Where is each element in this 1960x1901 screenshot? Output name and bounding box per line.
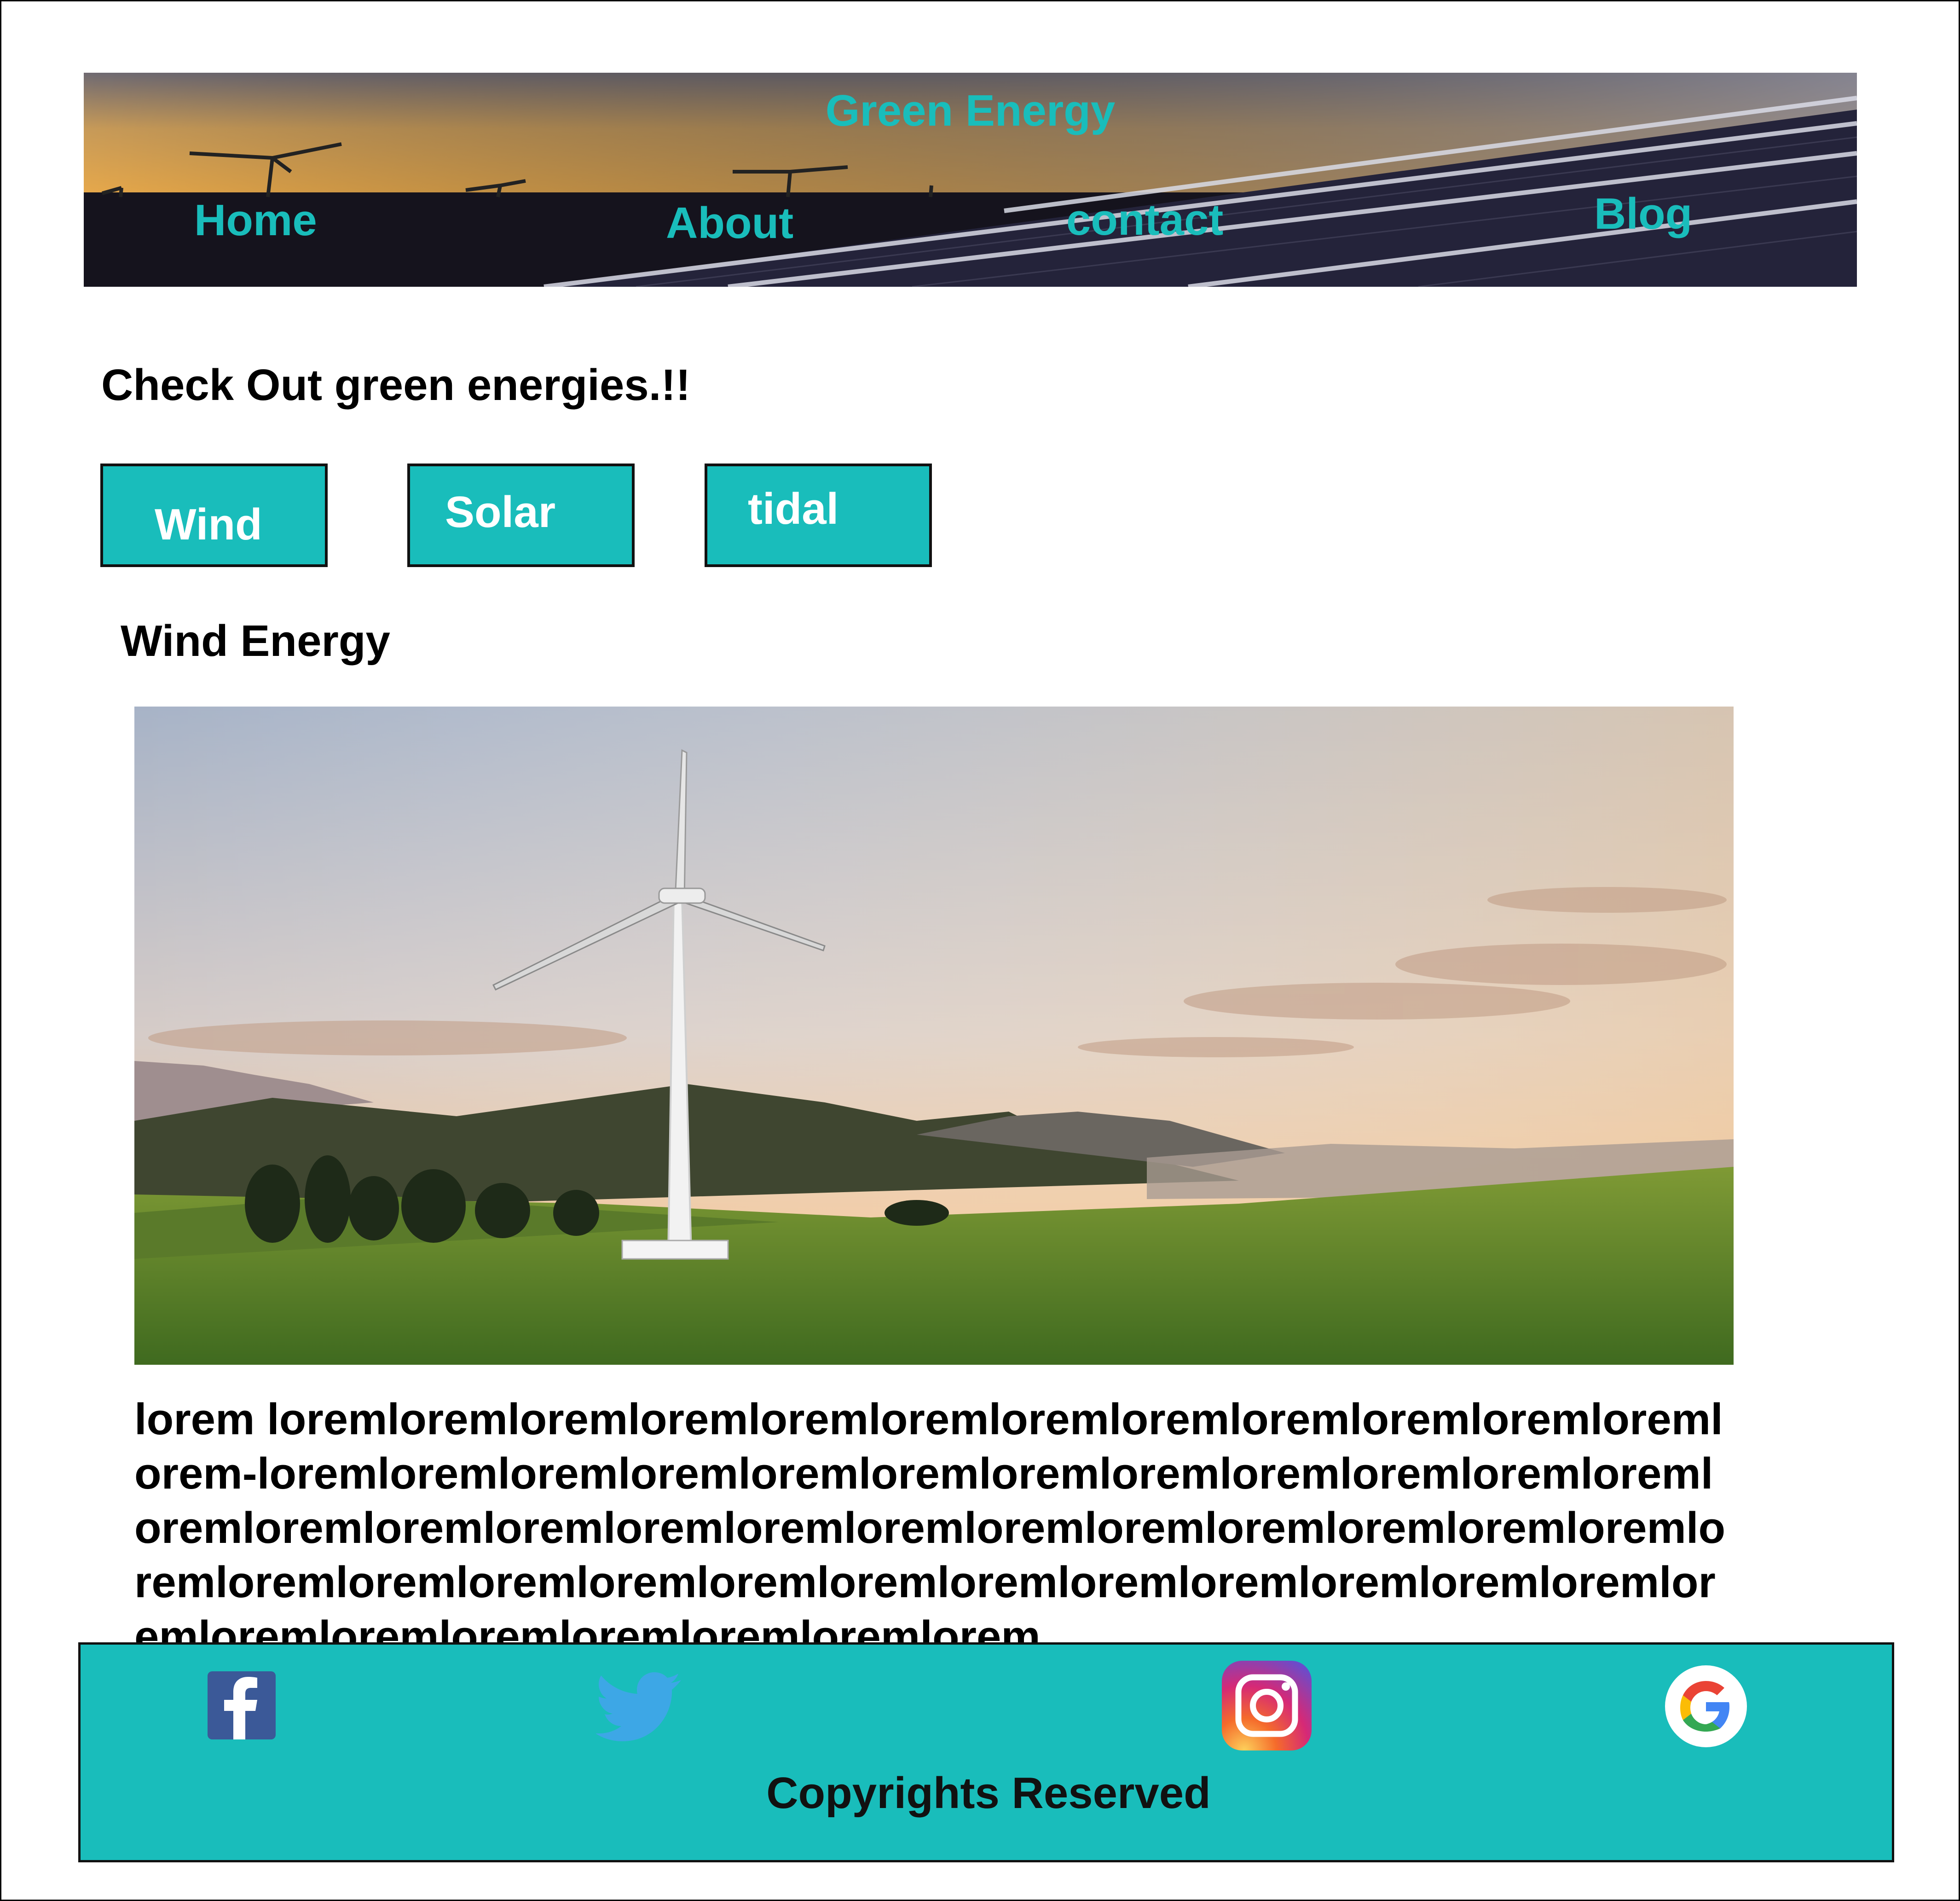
tab-solar-label: Solar: [445, 487, 556, 537]
tab-tidal-button[interactable]: tidal: [705, 464, 932, 567]
site-title: Green Energy: [825, 86, 1116, 135]
tab-tidal-label: tidal: [748, 484, 839, 533]
section-body-text: lorem loremloremloremloremloremloremlore…: [134, 1395, 1726, 1661]
nav-blog-link[interactable]: Blog: [1594, 189, 1692, 239]
nav-contact-link[interactable]: contact: [1066, 195, 1223, 245]
header-banner: Green Energy Home About contact Blog: [84, 73, 1857, 287]
google-icon[interactable]: [1665, 1665, 1747, 1747]
copyright-text: Copyrights Reserved: [766, 1768, 1211, 1818]
tab-wind-label: Wind: [155, 500, 262, 549]
nav-home-link[interactable]: Home: [194, 195, 317, 246]
intro-heading: Check Out green energies.!!: [101, 360, 691, 410]
instagram-icon[interactable]: [1222, 1661, 1312, 1750]
tab-solar-button[interactable]: Solar: [407, 464, 635, 567]
tab-wind-button[interactable]: Wind: [100, 464, 328, 567]
facebook-icon[interactable]: [208, 1671, 276, 1739]
nav-about-link[interactable]: About: [666, 198, 793, 249]
section-heading: Wind Energy: [121, 616, 390, 666]
footer: Copyrights Reserved: [78, 1642, 1894, 1862]
twitter-icon[interactable]: [596, 1670, 683, 1744]
wind-turbine-photo: [134, 707, 1734, 1365]
